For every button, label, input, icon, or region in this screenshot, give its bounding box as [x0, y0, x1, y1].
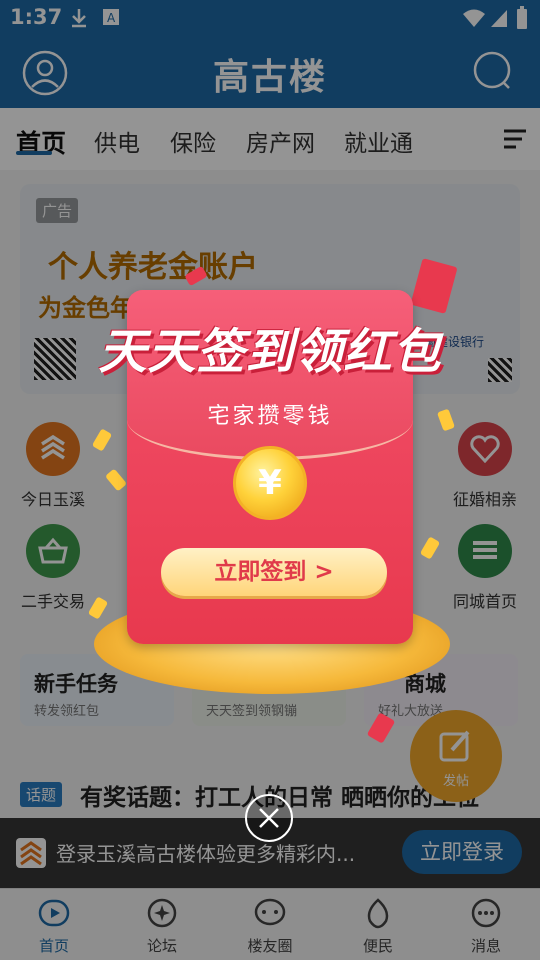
confetti [366, 712, 396, 744]
confetti [91, 428, 113, 452]
confetti [184, 265, 208, 287]
confetti [104, 468, 128, 492]
confetti [436, 408, 456, 432]
modal-title: 天天签到领红包 [98, 324, 442, 380]
confetti [419, 536, 441, 560]
close-icon [259, 808, 279, 828]
app-screen: 1:37 A 高古楼 首页 供电 保险 房产网 就业通 广告 个人养老金账户 为… [0, 0, 540, 960]
close-modal-button[interactable] [245, 794, 293, 842]
floating-red-packet [410, 258, 458, 314]
red-packet-modal: 宅家攒零钱 ¥ 立即签到 > 天天签到领红包 [0, 0, 540, 960]
check-in-button[interactable]: 立即签到 > [161, 548, 387, 596]
modal-subtitle: 宅家攒零钱 [207, 404, 333, 429]
coin-symbol: ¥ [258, 463, 282, 503]
yuan-coin-icon: ¥ [233, 446, 307, 520]
confetti [87, 596, 109, 620]
